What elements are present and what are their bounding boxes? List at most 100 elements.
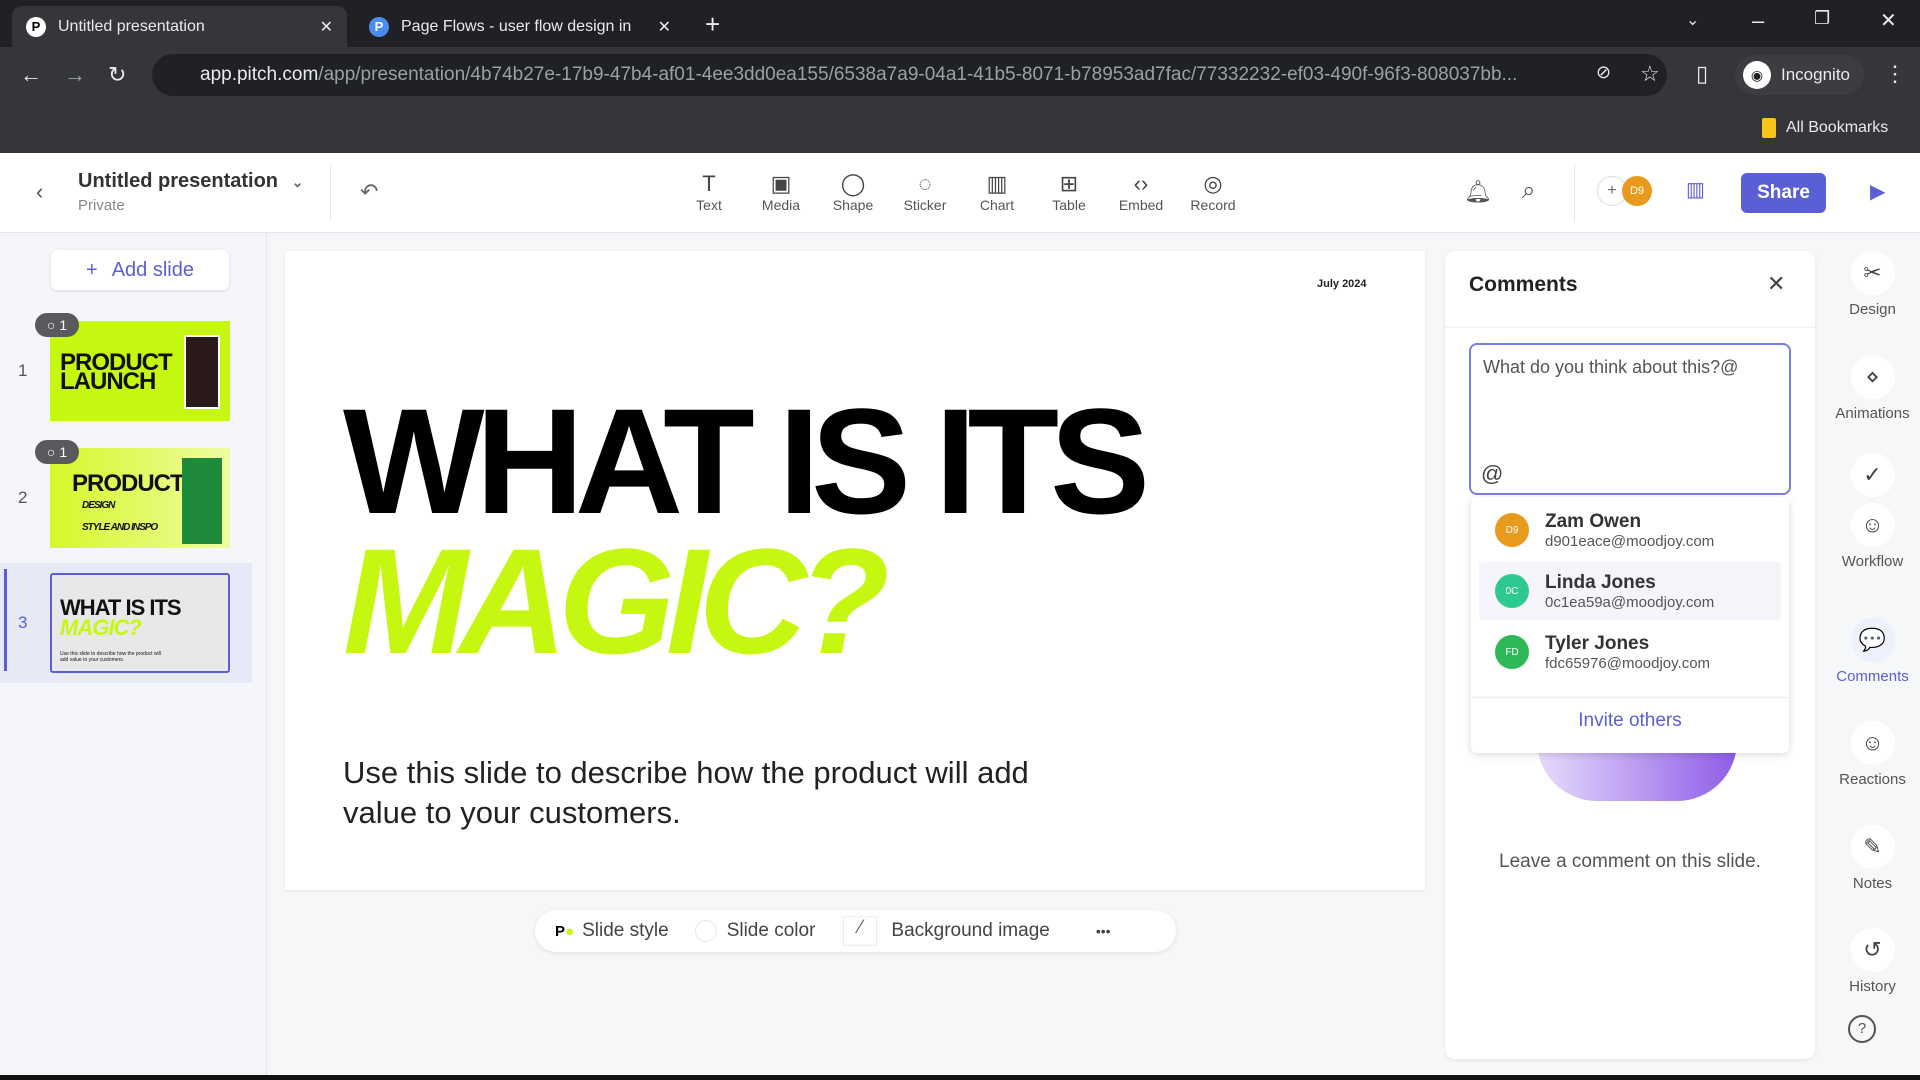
minimize-icon[interactable]: – xyxy=(1752,8,1764,34)
slide-color-button[interactable]: Slide color xyxy=(694,920,815,942)
no-image-icon: ⁄ xyxy=(843,916,878,946)
thumb-image xyxy=(184,335,220,409)
sticker-icon: ◌ xyxy=(918,171,932,196)
mention-option[interactable]: FD Tyler Jones fdc65976@moodjoy.com xyxy=(1479,623,1781,681)
bookmark-star-icon[interactable]: ☆ xyxy=(1640,61,1660,87)
close-tab-icon[interactable]: ✕ xyxy=(658,17,671,37)
tab-title: Untitled presentation xyxy=(58,17,205,35)
color-swatch-icon xyxy=(694,920,717,942)
slide-style-button[interactable]: P● Slide style xyxy=(555,920,669,942)
mention-at-icon[interactable]: @ xyxy=(1481,461,1503,487)
thumb-image xyxy=(182,458,222,544)
tool-text-button[interactable]: T Text xyxy=(679,171,739,213)
slide-number: 2 xyxy=(18,488,28,507)
pitch-favicon-icon: P xyxy=(26,16,46,37)
mention-option[interactable]: D9 Zam Owen d901eace@moodjoy.com xyxy=(1479,501,1781,559)
all-bookmarks[interactable]: All Bookmarks xyxy=(1762,118,1888,138)
incognito-profile[interactable]: ◉ Incognito xyxy=(1735,55,1864,95)
mention-email: 0c1ea59a@moodjoy.com xyxy=(1545,593,1715,611)
slide-date[interactable]: July 2024 xyxy=(1317,278,1367,290)
avatar: FD xyxy=(1495,635,1529,669)
rail-notes-button[interactable]: ✎ Notes xyxy=(1825,825,1920,892)
slide-style-icon: P● xyxy=(555,922,575,940)
eye-off-icon[interactable]: ⊘ xyxy=(1596,62,1611,83)
url-path: /app/presentation/4b74b27e-17b9-47b4-af0… xyxy=(318,64,1518,85)
record-icon: ◎ xyxy=(1203,171,1223,196)
tool-table-button[interactable]: ⊞ Table xyxy=(1039,171,1099,213)
menu-kebab-icon[interactable]: ⋮ xyxy=(1884,61,1906,87)
rail-workflow-button[interactable]: ✓ ☺ Workflow xyxy=(1825,453,1920,570)
back-icon[interactable]: ← xyxy=(20,62,42,88)
comment-count-badge[interactable]: ○ 1 xyxy=(35,313,79,337)
rail-design-button[interactable]: ✂ Design xyxy=(1825,251,1920,318)
rail-history-button[interactable]: ↺ History xyxy=(1825,928,1920,995)
visibility-label: Private xyxy=(78,197,125,214)
thumb-body: Use this slide to describe how the produ… xyxy=(60,651,161,663)
tool-label: Text xyxy=(696,197,722,213)
side-panel-icon[interactable]: ▯ xyxy=(1696,61,1708,87)
slide-heading-accent[interactable]: MAGIC? xyxy=(343,526,890,676)
rail-reactions-button[interactable]: ☺ Reactions xyxy=(1825,721,1920,788)
avatar[interactable]: D9 xyxy=(1622,176,1652,206)
presentation-title-menu[interactable]: Untitled presentation ⌄ Private xyxy=(78,170,303,214)
slide-thumbnail-2[interactable]: PRODUCT DESIGN STYLE AND INSPO xyxy=(50,448,230,548)
slide-heading[interactable]: WHAT IS ITS xyxy=(343,386,1150,536)
slide-options-toolbar: P● Slide style Slide color ⁄ Background im… xyxy=(535,910,1176,952)
tool-shape-button[interactable]: ◯ Shape xyxy=(823,171,883,213)
avatar: 0C xyxy=(1495,574,1529,608)
slide-thumbnail-3[interactable]: WHAT IS ITS MAGIC? Use this slide to des… xyxy=(50,573,230,673)
tab-page-flows[interactable]: P Page Flows - user flow design in ✕ xyxy=(355,6,685,47)
rail-animations-button[interactable]: ⋄ Animations xyxy=(1825,355,1920,422)
slide-canvas[interactable]: July 2024 WHAT IS ITS MAGIC? Use this sl… xyxy=(285,251,1425,890)
tool-chart-button[interactable]: ▥ Chart xyxy=(967,171,1027,213)
tool-label: Embed xyxy=(1118,197,1164,213)
bookmarks-label: All Bookmarks xyxy=(1786,119,1889,136)
notes-icon: ✎ xyxy=(1850,825,1895,869)
browser-tab-bar: P Untitled presentation ✕ P Page Flows -… xyxy=(0,0,1920,47)
url-input[interactable]: app.pitch.com/app/presentation/4b74b27e-… xyxy=(152,54,1667,96)
more-options-icon[interactable]: ••• xyxy=(1096,923,1111,939)
tool-record-button[interactable]: ◎ Record xyxy=(1183,171,1243,213)
back-chevron-icon[interactable]: ‹ xyxy=(36,179,43,205)
slide-thumbnail-1[interactable]: PRODUCT LAUNCH xyxy=(50,321,230,421)
new-tab-icon[interactable]: + xyxy=(705,9,720,40)
share-button[interactable]: Share xyxy=(1741,173,1826,213)
reload-icon[interactable]: ↻ xyxy=(108,62,126,88)
thumb-title: MAGIC? xyxy=(60,615,142,640)
close-window-icon[interactable]: ✕ xyxy=(1880,8,1897,33)
tab-search-chevron-icon[interactable]: ⌄ xyxy=(1686,10,1699,30)
close-tab-icon[interactable]: ✕ xyxy=(320,17,333,37)
analytics-icon[interactable]: ▥ xyxy=(1686,177,1705,202)
approval-icon: ✓ xyxy=(1850,453,1895,497)
invite-others-link[interactable]: Invite others xyxy=(1471,710,1789,732)
thumb-subtitle: DESIGN xyxy=(82,500,115,511)
forward-icon[interactable]: → xyxy=(64,62,86,88)
tab-untitled-presentation[interactable]: P Untitled presentation ✕ xyxy=(12,6,347,47)
restore-icon[interactable]: ❐ xyxy=(1814,8,1830,29)
close-icon[interactable]: ✕ xyxy=(1767,271,1785,297)
undo-icon[interactable]: ↶ xyxy=(360,179,378,205)
bell-icon[interactable]: 🔔︎ xyxy=(1464,179,1492,205)
workflow-icon: ☺ xyxy=(1850,503,1895,547)
rail-label: Design xyxy=(1849,301,1896,318)
embed-icon: ‹› xyxy=(1133,171,1149,196)
help-icon[interactable]: ? xyxy=(1848,1015,1876,1043)
add-slide-button[interactable]: + Add slide xyxy=(51,250,229,290)
tool-label: Shape xyxy=(832,197,874,213)
search-icon[interactable]: ⌕ xyxy=(1522,177,1535,205)
comment-icon: ○ xyxy=(46,317,56,333)
empty-comments-text: Leave a comment on this slide. xyxy=(1499,851,1761,872)
tool-media-button[interactable]: ▣ Media xyxy=(751,171,811,213)
profile-label: Incognito xyxy=(1781,65,1850,84)
comment-count-badge[interactable]: ○ 1 xyxy=(35,440,79,464)
background-image-button[interactable]: ⁄ Background image xyxy=(843,916,1050,946)
mention-option[interactable]: 0C Linda Jones 0c1ea59a@moodjoy.com xyxy=(1479,562,1781,620)
label: Slide style xyxy=(582,920,669,941)
mention-email: fdc65976@moodjoy.com xyxy=(1545,654,1711,672)
rail-comments-button[interactable]: 💬 Comments xyxy=(1825,618,1920,685)
tool-sticker-button[interactable]: ◌ Sticker xyxy=(895,171,955,213)
comment-input[interactable]: What do you think about this?@ @ xyxy=(1469,343,1791,495)
play-icon[interactable]: ▶ xyxy=(1870,179,1885,204)
tool-embed-button[interactable]: ‹› Embed xyxy=(1111,171,1171,213)
slide-body-text[interactable]: Use this slide to describe how the produ… xyxy=(343,753,1043,833)
